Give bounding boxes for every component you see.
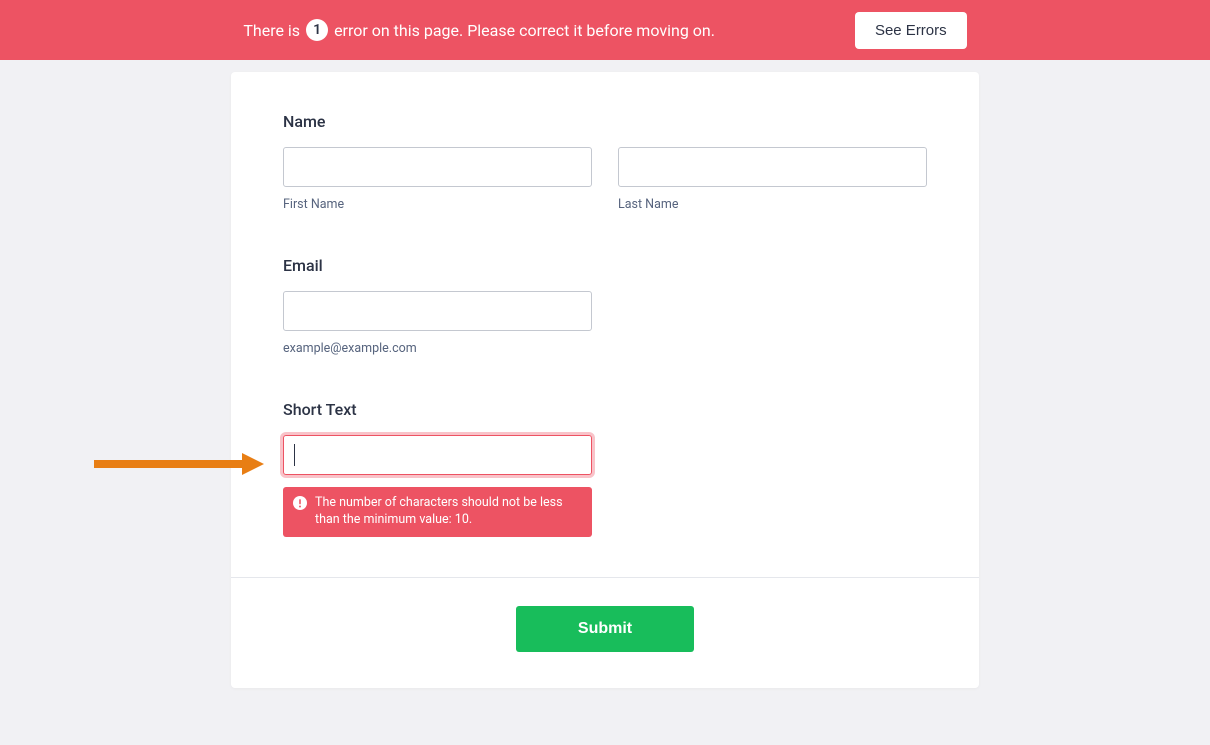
short-text-error: The number of characters should not be l… [283,487,592,537]
form-body: Name First Name Last Name Email example@… [231,72,979,577]
name-field-group: Name First Name Last Name [283,112,927,212]
short-text-field-group: Short Text The number of characters shou… [283,400,927,537]
error-count-badge: 1 [306,19,328,41]
submit-button[interactable]: Submit [516,606,694,652]
alert-icon [293,496,307,510]
first-name-input[interactable] [283,147,592,187]
error-banner-message: There is 1 error on this page. Please co… [243,19,715,41]
name-label: Name [283,112,927,131]
error-banner: There is 1 error on this page. Please co… [0,0,1210,60]
short-text-label: Short Text [283,400,927,419]
error-banner-suffix: error on this page. Please correct it be… [334,21,715,40]
text-caret [294,444,295,466]
email-input[interactable] [283,291,592,331]
first-name-sublabel: First Name [283,197,592,212]
email-label: Email [283,256,927,275]
last-name-input[interactable] [618,147,927,187]
error-banner-prefix: There is [243,21,300,40]
short-text-error-text: The number of characters should not be l… [315,495,582,529]
email-sublabel: example@example.com [283,341,592,356]
see-errors-button[interactable]: See Errors [855,12,967,49]
form-card: Name First Name Last Name Email example@… [231,72,979,688]
short-text-input-wrap [283,435,592,475]
form-footer: Submit [231,577,979,688]
email-field-group: Email example@example.com [283,256,927,356]
last-name-sublabel: Last Name [618,197,927,212]
short-text-input[interactable] [284,436,591,474]
